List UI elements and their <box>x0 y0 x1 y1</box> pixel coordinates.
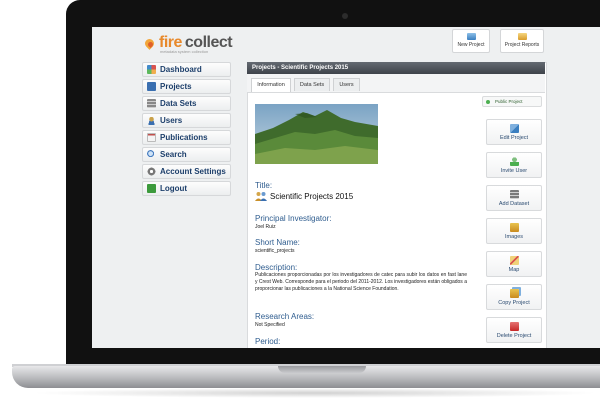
public-project-badge: Public Project <box>482 96 542 107</box>
research-areas-label: Research Areas: <box>255 312 315 321</box>
copy-project-button[interactable]: Copy Project <box>486 284 542 310</box>
tab-information[interactable]: Information <box>251 78 291 92</box>
app-screen: fire collect metadata system collection … <box>92 27 600 348</box>
title-row: Scientific Projects 2015 <box>255 191 353 202</box>
images-button[interactable]: Images <box>486 218 542 244</box>
sidebar-item-projects[interactable]: Projects <box>142 79 231 94</box>
delete-icon <box>509 322 519 331</box>
map-button[interactable]: Map <box>486 251 542 277</box>
invite-user-label: Invite User <box>500 168 528 174</box>
sidebar-item-dashboard[interactable]: Dashboard <box>142 62 231 77</box>
delete-project-label: Delete Project <box>496 333 532 339</box>
tab-data-sets[interactable]: Data Sets <box>294 78 330 91</box>
sidebar-item-account-settings[interactable]: Account Settings <box>142 164 231 179</box>
map-label: Map <box>508 267 520 273</box>
users-icon <box>147 116 156 125</box>
principal-investigator-label: Principal Investigator: <box>255 214 332 223</box>
research-areas-value: Not Specified <box>255 322 285 328</box>
sidebar-item-label: Users <box>160 116 183 125</box>
reports-icon <box>517 33 527 40</box>
tab-users[interactable]: Users <box>333 78 360 91</box>
invite-user-icon <box>509 157 519 166</box>
laptop-notch <box>278 366 366 373</box>
delete-project-button[interactable]: Delete Project <box>486 317 542 343</box>
sidebar-item-label: Account Settings <box>160 167 226 176</box>
new-project-button[interactable]: New Project <box>452 29 490 53</box>
logout-icon <box>147 184 156 193</box>
images-label: Images <box>504 234 524 240</box>
sidebar-item-label: Projects <box>160 82 192 91</box>
sidebar-item-label: Search <box>160 150 187 159</box>
add-dataset-button[interactable]: Add Dataset <box>486 185 542 211</box>
images-icon <box>509 223 519 232</box>
sidebar-item-users[interactable]: Users <box>142 113 231 128</box>
sidebar-item-label: Publications <box>160 133 208 142</box>
landscape-image <box>255 104 378 164</box>
projects-icon <box>147 82 156 91</box>
datasets-icon <box>147 99 156 108</box>
new-project-icon <box>466 33 476 40</box>
title-value: Scientific Projects 2015 <box>270 192 354 201</box>
search-icon <box>147 150 156 159</box>
new-project-label: New Project <box>457 42 485 48</box>
add-dataset-label: Add Dataset <box>498 201 530 207</box>
laptop-shadow <box>30 388 600 398</box>
team-icon <box>255 192 267 201</box>
description-label: Description: <box>255 263 298 272</box>
flame-icon <box>143 35 156 51</box>
invite-user-button[interactable]: Invite User <box>486 152 542 178</box>
sidebar-item-label: Logout <box>160 184 188 193</box>
dashboard-icon <box>147 65 156 74</box>
sidebar-item-logout[interactable]: Logout <box>142 181 231 196</box>
edit-project-button[interactable]: Edit Project <box>486 119 542 145</box>
project-reports-label: Project Reports <box>504 42 540 48</box>
sidebar-item-search[interactable]: Search <box>142 147 231 162</box>
account-settings-icon <box>147 167 156 176</box>
add-dataset-icon <box>509 190 519 199</box>
tab-bar <box>247 74 545 93</box>
short-name-value: scientific_projects <box>255 248 295 254</box>
publications-icon <box>147 133 156 142</box>
tagline: metadata system collection <box>160 49 209 54</box>
public-status-icon <box>486 99 490 104</box>
project-image <box>255 104 378 164</box>
sidebar-item-label: Data Sets <box>160 99 197 108</box>
public-project-label: Public Project <box>495 99 523 104</box>
project-reports-button[interactable]: Project Reports <box>500 29 544 53</box>
panel-title: Projects - Scientific Projects 2015 <box>247 62 545 74</box>
description-value: Publicaciones proporcionadas por los inv… <box>255 272 467 293</box>
edit-project-label: Edit Project <box>499 135 529 141</box>
sidebar-item-label: Dashboard <box>160 65 202 74</box>
sidebar-item-publications[interactable]: Publications <box>142 130 231 145</box>
copy-project-label: Copy Project <box>498 300 530 306</box>
sidebar-item-data-sets[interactable]: Data Sets <box>142 96 231 111</box>
map-icon <box>509 256 519 265</box>
edit-icon <box>509 124 519 133</box>
copy-icon <box>509 289 519 298</box>
webcam <box>342 13 348 19</box>
title-label: Title: <box>255 181 273 190</box>
short-name-label: Short Name: <box>255 238 300 247</box>
principal-investigator-value: Joel Ruiz <box>255 224 276 230</box>
period-label: Period: <box>255 337 281 346</box>
